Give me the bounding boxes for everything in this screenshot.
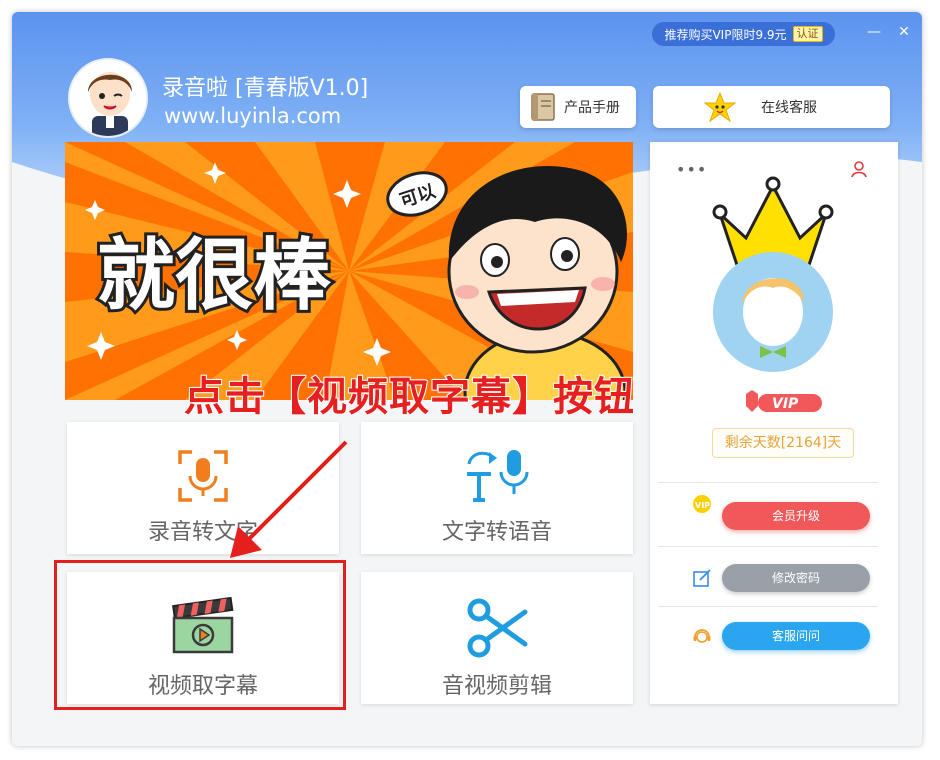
side-divider	[658, 606, 878, 607]
app-window: 推荐购买VIP限时9.9元 认证 — ✕ 录音啦 [青春版V1.0] www.l…	[12, 12, 922, 746]
tutorial-highlight-box	[54, 560, 346, 710]
product-manual-label: 产品手册	[564, 100, 620, 116]
user-side-panel: ••• VIP 剩余天数[2164]天 VIP 会员升级 修改密码 客服问问	[650, 142, 898, 704]
promo-banner[interactable]: 就很棒 可以	[65, 142, 633, 400]
tile-text-to-speech[interactable]: 文字转语音	[361, 422, 633, 554]
app-url: www.luyinla.com	[164, 104, 342, 128]
app-avatar	[68, 58, 148, 138]
banner-artwork: 就很棒 可以	[65, 142, 633, 400]
vip-avatar	[712, 176, 834, 372]
remaining-days: 剩余天数[2164]天	[712, 428, 854, 458]
side-divider	[658, 482, 878, 483]
support-button[interactable]: 客服问问	[722, 622, 870, 650]
text-to-speech-icon	[467, 450, 529, 502]
scissors-icon	[467, 598, 528, 658]
vip-badge: VIP	[746, 390, 822, 412]
vip-badge-text: VIP	[772, 396, 799, 412]
support-headset-icon	[693, 629, 711, 643]
banner-main-text: 就很棒	[97, 231, 332, 321]
vip-coin-icon: VIP	[693, 495, 711, 513]
minimize-button[interactable]: —	[866, 24, 882, 40]
vip-promo-text: 推荐购买VIP限时9.9元	[664, 27, 787, 42]
tile-audio-video-edit-label: 音视频剪辑	[441, 674, 552, 699]
online-service-button[interactable]: 在线客服	[653, 86, 890, 128]
tile-text-to-speech-label: 文字转语音	[441, 520, 552, 545]
star-mascot-icon	[703, 92, 737, 122]
edit-password-icon	[693, 569, 711, 587]
side-divider	[658, 546, 878, 547]
tile-audio-video-edit[interactable]: 音视频剪辑	[361, 572, 633, 704]
upgrade-membership-button[interactable]: 会员升级	[722, 502, 870, 530]
vip-promo-tag: 认证	[792, 26, 823, 42]
vip-coin-text: VIP	[695, 501, 710, 510]
manual-book-icon	[531, 93, 555, 121]
close-button[interactable]: ✕	[896, 24, 912, 40]
app-title: 录音啦 [青春版V1.0]	[162, 76, 369, 101]
change-password-button[interactable]: 修改密码	[722, 564, 870, 592]
vip-promo-button[interactable]: 推荐购买VIP限时9.9元 认证	[652, 22, 835, 46]
user-account-icon[interactable]	[850, 160, 868, 178]
product-manual-button[interactable]: 产品手册	[520, 86, 636, 128]
tutorial-instruction: 点击【视频取字幕】按钮	[183, 373, 635, 421]
tutorial-arrow	[230, 440, 348, 558]
more-menu-icon[interactable]: •••	[676, 160, 707, 179]
online-service-label: 在线客服	[761, 100, 817, 116]
